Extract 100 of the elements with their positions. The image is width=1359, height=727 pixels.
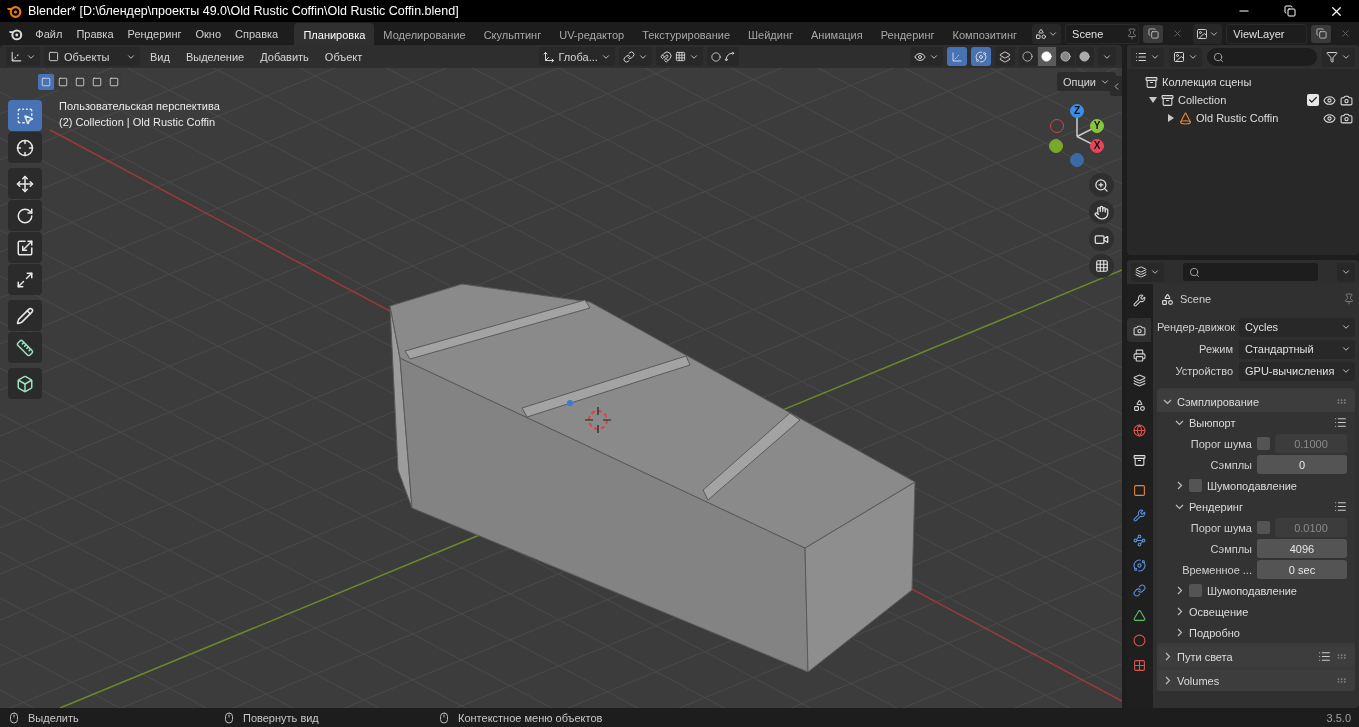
overlay-toggle[interactable] [971, 47, 991, 66]
eye-icon[interactable] [1323, 111, 1336, 125]
tool-button[interactable] [8, 264, 42, 295]
dropdown[interactable]: Стандартный [1239, 339, 1355, 359]
negative-z-handle[interactable] [1070, 153, 1084, 167]
tool-button[interactable] [8, 368, 42, 399]
camera-icon[interactable] [1340, 93, 1353, 107]
menu-item[interactable]: Объект [318, 47, 369, 66]
workspace-tab[interactable]: Моделирование [374, 23, 475, 46]
visibility-button[interactable] [910, 47, 943, 66]
editor-type-button[interactable] [1131, 47, 1164, 67]
expand-chevron-icon[interactable] [1163, 676, 1172, 685]
presets-icon[interactable] [1318, 650, 1331, 663]
collapse-chevron-icon[interactable] [1175, 502, 1184, 511]
view-layer-type-button[interactable] [1193, 23, 1223, 44]
options-dropdown[interactable]: Опции [1056, 72, 1116, 91]
snap-button[interactable] [655, 47, 703, 66]
tool-button[interactable] [8, 200, 42, 231]
negative-y-handle[interactable] [1049, 139, 1063, 153]
mode-dropdown[interactable]: Объекты [44, 47, 140, 66]
orientation-dropdown[interactable]: Глоба... [539, 47, 615, 66]
display-mode-button[interactable] [1169, 47, 1202, 67]
tool-button[interactable] [8, 232, 42, 263]
expand-chevron-icon[interactable] [1175, 607, 1184, 616]
sidebar-toggle[interactable] [1110, 76, 1122, 96]
expand-arrow-icon[interactable] [1167, 114, 1175, 122]
y-axis-handle[interactable]: Y [1090, 119, 1104, 133]
checkbox[interactable] [1257, 521, 1270, 534]
selection-mode-button[interactable] [55, 74, 71, 90]
eye-icon[interactable] [1323, 93, 1336, 107]
xray-button[interactable] [995, 47, 1015, 66]
presets-icon[interactable] [1334, 500, 1347, 513]
collapse-chevron-icon[interactable] [1175, 418, 1184, 427]
expand-chevron-icon[interactable] [1175, 586, 1184, 595]
tool-button[interactable] [8, 132, 42, 163]
pan-button[interactable] [1089, 200, 1114, 224]
shading-button[interactable] [1076, 47, 1094, 66]
copy-button[interactable] [1311, 24, 1331, 43]
number-field[interactable]: 0 [1257, 455, 1347, 474]
copy-button[interactable] [1143, 24, 1164, 43]
workspace-tab[interactable]: Рендеринг [871, 23, 944, 46]
grid-view-button[interactable] [1089, 254, 1114, 278]
camera-icon[interactable] [1340, 111, 1353, 125]
view-layer-field[interactable]: ViewLayer [1226, 23, 1307, 44]
shading-button[interactable] [1019, 47, 1037, 66]
tool-button[interactable] [8, 168, 42, 199]
scene-type-button[interactable] [1032, 23, 1062, 44]
number-field[interactable]: 4096 [1257, 539, 1347, 558]
panel-header[interactable]: Пути света [1177, 650, 1313, 663]
menu-item[interactable]: Файл [28, 23, 70, 44]
expand-arrow-icon[interactable] [1149, 96, 1157, 104]
tool-button[interactable] [8, 300, 42, 331]
number-field[interactable]: 0 sec [1257, 560, 1347, 579]
expand-chevron-icon[interactable] [1175, 481, 1184, 490]
drag-handle-icon[interactable] [1336, 675, 1347, 686]
search-field[interactable] [1207, 48, 1317, 66]
tree-item[interactable]: Old Rustic Coffin [1196, 112, 1279, 124]
menu-item[interactable]: Добавить [254, 47, 315, 66]
zoom-button[interactable] [1089, 173, 1114, 197]
expand-chevron-icon[interactable] [1175, 628, 1184, 637]
camera-view-button[interactable] [1089, 227, 1114, 251]
menu-item[interactable]: Окно [188, 23, 229, 44]
workspace-tab[interactable]: Скульптинг [474, 23, 551, 46]
filter-button[interactable] [1322, 47, 1355, 67]
dropdown[interactable]: Cycles [1239, 317, 1355, 337]
editor-type-button[interactable] [6, 47, 40, 66]
selection-mode-button[interactable] [38, 74, 54, 90]
checkbox[interactable] [1257, 437, 1270, 450]
presets-icon[interactable] [1334, 416, 1347, 429]
panel-header[interactable]: Volumes [1177, 674, 1331, 687]
tool-button[interactable] [8, 332, 42, 363]
workspace-tab[interactable]: Шейдинг [739, 23, 802, 46]
tree-item[interactable]: Collection [1178, 94, 1227, 106]
collapse-chevron-icon[interactable] [1163, 397, 1172, 406]
menu-item[interactable]: Выделение [179, 47, 251, 66]
shading-button[interactable] [1038, 47, 1056, 66]
workspace-tab[interactable]: Текстурирование [633, 23, 739, 46]
expand-chevron-icon[interactable] [1163, 652, 1172, 661]
pivot-button[interactable] [618, 47, 652, 66]
drag-handle-icon[interactable] [1336, 651, 1347, 662]
menu-item[interactable]: Правка [69, 23, 121, 44]
x-axis-handle[interactable]: X [1090, 139, 1104, 153]
workspace-tab[interactable]: Композитинг [943, 23, 1027, 46]
proportional-button[interactable] [706, 47, 739, 66]
menu-item[interactable]: Вид [144, 47, 176, 66]
drag-handle-icon[interactable] [1336, 396, 1347, 407]
scene-field[interactable]: Scene [1065, 23, 1140, 44]
workspace-tab[interactable]: UV-редактор [550, 23, 634, 46]
workspace-tab[interactable]: Анимация [802, 23, 872, 46]
search-field[interactable] [1183, 263, 1318, 281]
menu-item[interactable]: Справка [228, 23, 286, 44]
exclude-checkbox[interactable] [1307, 94, 1319, 106]
z-axis-handle[interactable]: Z [1070, 104, 1084, 118]
dropdown[interactable]: GPU-вычисления [1239, 361, 1355, 381]
editor-type-button[interactable] [1131, 262, 1164, 282]
checkbox[interactable] [1189, 479, 1202, 492]
workspace-tab[interactable]: Планировка [294, 23, 375, 46]
panel-header[interactable]: Сэмплирование [1177, 395, 1331, 408]
pin-icon[interactable] [1343, 293, 1355, 305]
menu-item[interactable]: Рендеринг [120, 23, 189, 44]
